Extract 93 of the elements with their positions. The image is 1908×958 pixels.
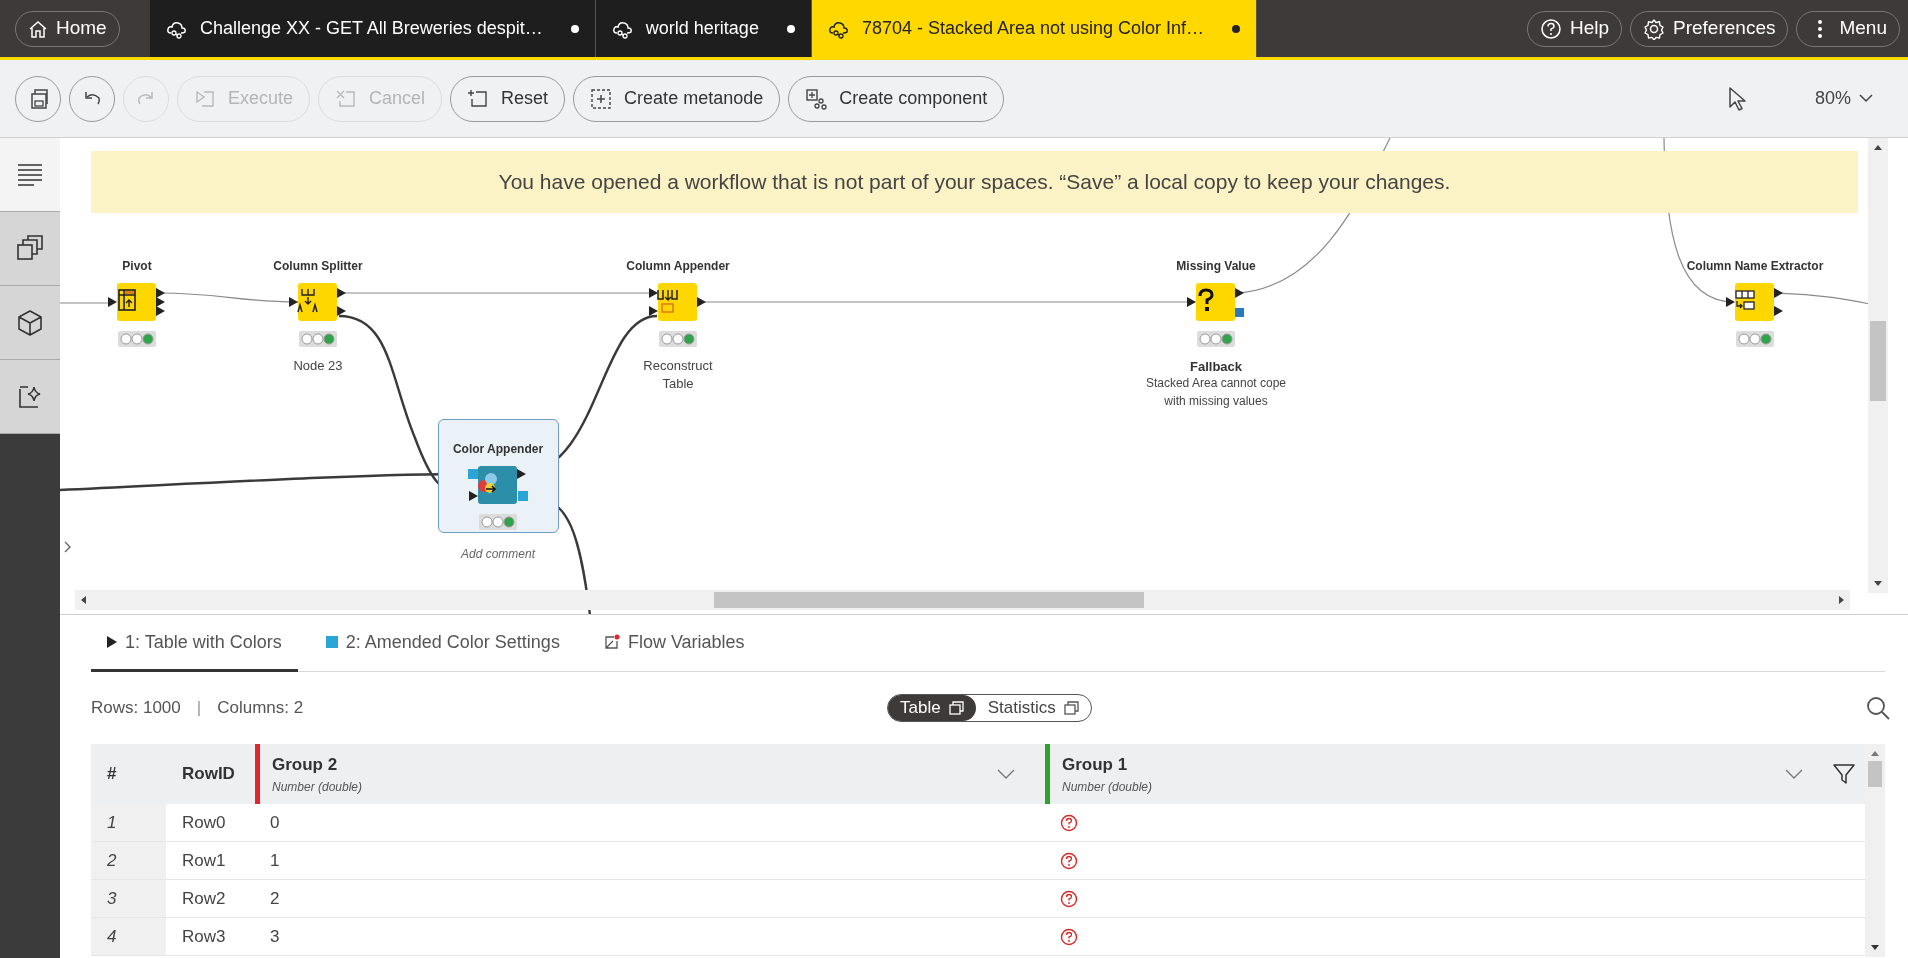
node-icon[interactable] <box>648 282 708 322</box>
annotation-heading: Fallback <box>1190 358 1242 376</box>
home-icon <box>28 18 48 39</box>
node-icon[interactable] <box>468 465 528 505</box>
scroll-up-icon[interactable] <box>1873 144 1883 151</box>
scroll-thumb[interactable] <box>1870 321 1886 401</box>
view-option[interactable]: Table <box>888 695 976 721</box>
scroll-down-icon[interactable] <box>1873 580 1883 587</box>
workflow-tab[interactable]: world heritage <box>595 0 812 57</box>
table-cell-text: 2 <box>270 887 280 910</box>
table-cell-text: 1 <box>270 849 280 872</box>
menu-icon <box>1817 18 1824 39</box>
status-light-icon <box>299 331 337 347</box>
search-icon[interactable] <box>1865 695 1891 721</box>
comment-placeholder[interactable]: Add comment <box>461 545 535 563</box>
column-count: Columns: 2 <box>217 697 304 720</box>
metanode-icon <box>590 87 613 110</box>
node-icon[interactable] <box>1186 282 1246 322</box>
cube-icon <box>16 308 44 337</box>
scroll-down-icon[interactable] <box>1870 944 1880 951</box>
chevron-down-icon[interactable] <box>997 769 1015 779</box>
workflow-tab[interactable]: Challenge XX - GET All Breweries despit… <box>150 0 596 57</box>
node-title: Pivot <box>122 258 152 275</box>
chevron-down-icon <box>1859 94 1873 103</box>
stacked-squares-icon <box>16 234 44 263</box>
flow-variable-icon <box>603 634 620 650</box>
scrollbar[interactable] <box>1865 744 1885 957</box>
workflow-tab[interactable]: 78704 - Stacked Area not using Color Inf… <box>811 0 1258 57</box>
tab-title: Challenge XX - GET All Breweries despit… <box>200 17 543 40</box>
scrollbar[interactable] <box>1868 138 1888 593</box>
output-tab[interactable]: 1: Table with Colors <box>91 615 298 672</box>
node-title: Color Appender <box>452 441 544 458</box>
row-id: Row1 <box>182 849 226 872</box>
pointer-icon[interactable] <box>1726 85 1749 112</box>
node-title: Column Name Extractor <box>1686 258 1824 275</box>
filter-icon[interactable] <box>1833 763 1855 785</box>
status-light-icon <box>479 514 517 530</box>
info-banner: You have opened a workflow that is not part of your spaces. “Save” a local copy to keep your changes. <box>91 151 1858 213</box>
node-title: Column Splitter <box>273 258 363 275</box>
status-light-icon <box>1197 331 1235 347</box>
separator: | <box>196 697 202 720</box>
play-icon <box>107 636 117 648</box>
scroll-up-icon[interactable] <box>1870 750 1880 757</box>
component-icon <box>805 87 828 110</box>
square-icon <box>325 636 338 648</box>
scrollbar[interactable] <box>75 590 1850 610</box>
node-label: Node 23 <box>292 357 344 375</box>
node-title: Column Appender <box>626 258 730 275</box>
tab-title: 78704 - Stacked Area not using Color Inf… <box>861 17 1205 40</box>
zoom-dropdown[interactable]: 80% <box>1814 85 1873 112</box>
settings-icon <box>1643 17 1665 40</box>
node-icon[interactable] <box>1725 282 1785 322</box>
column-header: Group 2 <box>272 754 339 777</box>
scroll-thumb[interactable] <box>714 592 1144 608</box>
nodes-tab[interactable] <box>0 212 60 286</box>
row-number: 1 <box>107 811 117 834</box>
node-title: Missing Value <box>1176 258 1256 275</box>
column-header: Group 1 <box>1062 754 1129 777</box>
column-header: RowID <box>182 763 235 786</box>
column-type: Number (double) <box>272 778 363 796</box>
output-tab[interactable]: Flow Variables <box>587 615 761 672</box>
table-cell-text: 3 <box>270 925 280 948</box>
row-number: 3 <box>107 887 117 910</box>
ai-tab[interactable] <box>0 360 60 434</box>
row-number: 2 <box>107 849 117 872</box>
help-icon <box>1539 17 1562 40</box>
status-light-icon <box>659 331 697 347</box>
row-number: 4 <box>107 925 117 948</box>
components-tab[interactable] <box>0 286 60 360</box>
row-id: Row3 <box>182 925 226 948</box>
description-tab[interactable] <box>0 138 60 212</box>
node-label: Reconstruct Table <box>642 357 714 393</box>
status-light-icon <box>1736 331 1774 347</box>
chevron-down-icon[interactable] <box>1785 769 1803 779</box>
row-count: Rows: 1000 <box>91 697 181 720</box>
node-icon[interactable] <box>288 282 348 322</box>
table-cell-text: 0 <box>270 811 280 834</box>
row-id: Row0 <box>182 811 226 834</box>
column-type: Number (double) <box>1062 778 1153 796</box>
row-id: Row2 <box>182 887 226 910</box>
scroll-thumb[interactable] <box>1868 761 1882 787</box>
reset-icon <box>467 87 490 110</box>
annotation-text: Stacked Area cannot cope with missing values <box>1144 375 1288 410</box>
column-header: # <box>107 763 117 786</box>
scroll-right-icon[interactable] <box>1838 595 1845 605</box>
open-window-icon <box>948 701 964 715</box>
scroll-left-icon[interactable] <box>80 595 87 605</box>
tab-title: world heritage <box>645 17 759 40</box>
status-light-icon <box>118 331 156 347</box>
output-tab[interactable]: 2: Amended Color Settings <box>309 615 576 672</box>
node-icon[interactable] <box>107 282 167 322</box>
view-option[interactable]: Statistics <box>975 695 1091 721</box>
open-window-icon <box>1063 701 1079 715</box>
